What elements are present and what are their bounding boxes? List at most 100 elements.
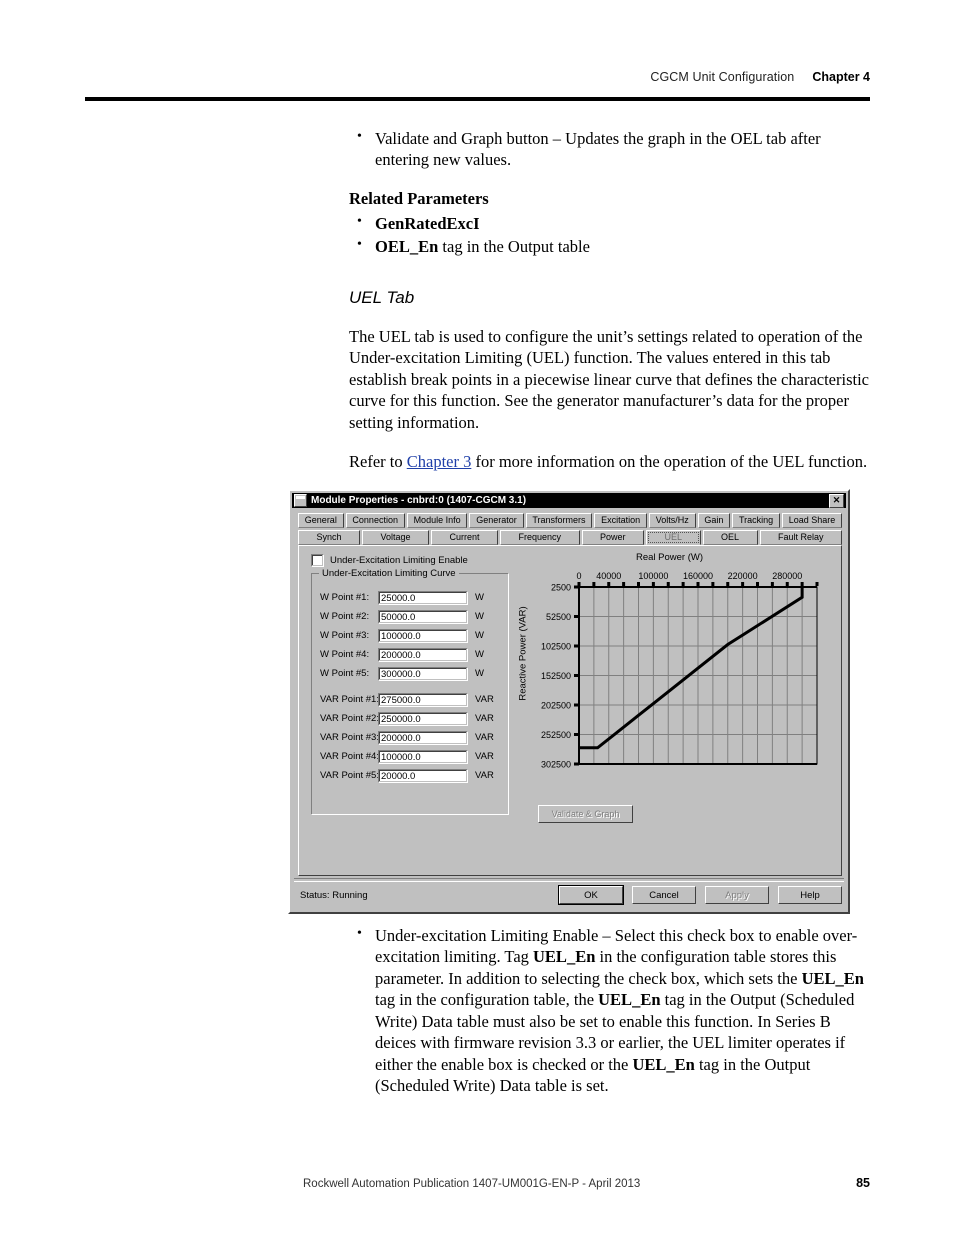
w-point-4-input[interactable]: 200000.0 xyxy=(378,647,468,662)
w-point-2-input[interactable]: 50000.0 xyxy=(378,609,468,624)
var-point-2-input[interactable]: 250000.0 xyxy=(378,711,468,726)
tab-voltage[interactable]: Voltage xyxy=(362,530,430,545)
validate-and-graph-button[interactable]: Validate & Graph xyxy=(538,805,633,823)
tab-oel[interactable]: OEL xyxy=(702,530,758,545)
var-point-1-input[interactable]: 275000.0 xyxy=(378,692,468,707)
var-point-5-label: VAR Point #5: xyxy=(320,770,379,781)
tab-load-share[interactable]: Load Share xyxy=(781,513,843,528)
module-properties-dialog[interactable]: Module Properties - cnbrd:0 (1407-CGCM 3… xyxy=(288,489,850,914)
help-button[interactable]: Help xyxy=(778,886,842,904)
cancel-button[interactable]: Cancel xyxy=(632,886,696,904)
chart-canvas: 0 40000 100000 160000 220000 280000 2500 52500 1… xyxy=(541,571,819,770)
tab-fault-relay[interactable]: Fault Relay xyxy=(759,530,843,545)
chapter-3-link[interactable]: Chapter 3 xyxy=(407,452,472,471)
svg-text:302500: 302500 xyxy=(541,760,571,770)
param-name: GenRatedExcI xyxy=(375,213,480,233)
under-excitation-enable-row[interactable]: Under-Excitation Limiting Enable xyxy=(311,554,468,567)
w-point-5-input[interactable]: 300000.0 xyxy=(378,666,468,681)
field-row-var3[interactable]: VAR Point #3: 200000.0 VAR xyxy=(320,728,502,747)
field-row-w4[interactable]: W Point #4: 200000.0 W xyxy=(320,645,502,664)
var-point-3-input[interactable]: 200000.0 xyxy=(378,730,468,745)
var-point-1-unit: VAR xyxy=(475,694,494,705)
ok-button[interactable]: OK xyxy=(558,885,624,905)
header-chapter-label: Chapter 4 xyxy=(812,70,870,84)
w-point-2-unit: W xyxy=(475,611,484,622)
var-point-2-label: VAR Point #2: xyxy=(320,713,379,724)
field-row-w2[interactable]: W Point #2: 50000.0 W xyxy=(320,607,502,626)
related-parameters-heading: Related Parameters xyxy=(349,188,489,208)
svg-text:280000: 280000 xyxy=(772,571,802,581)
bottom-bullet-list: Under-excitation Limiting Enable – Selec… xyxy=(349,925,870,1097)
field-row-var1[interactable]: VAR Point #1: 275000.0 VAR xyxy=(320,690,502,709)
svg-text:202500: 202500 xyxy=(541,701,571,711)
var-point-5-unit: VAR xyxy=(475,770,494,781)
page-header: CGCM Unit Configuration Chapter 4 xyxy=(85,70,870,84)
svg-text:102500: 102500 xyxy=(541,642,571,652)
tab-general[interactable]: General xyxy=(298,513,344,528)
w-point-5-unit: W xyxy=(475,668,484,679)
svg-text:52500: 52500 xyxy=(546,612,571,622)
svg-text:152500: 152500 xyxy=(541,671,571,681)
uel-curve-chart: Real Power (W) Reactive Power (VAR) 0 400… xyxy=(507,552,832,780)
tag-name: UEL_En xyxy=(632,1054,695,1074)
tab-excitation[interactable]: Excitation xyxy=(594,513,647,528)
bottom-content: Under-excitation Limiting Enable – Selec… xyxy=(349,925,870,1099)
var-point-4-input[interactable]: 100000.0 xyxy=(378,749,468,764)
tab-tracking[interactable]: Tracking xyxy=(732,513,780,528)
svg-text:2500: 2500 xyxy=(551,583,571,593)
w-point-4-unit: W xyxy=(475,649,484,660)
tab-gain[interactable]: Gain xyxy=(697,513,731,528)
tag-name: UEL_En xyxy=(801,968,864,988)
footer-publication: Rockwell Automation Publication 1407-UM0… xyxy=(303,1178,641,1190)
svg-text:220000: 220000 xyxy=(728,571,758,581)
var-point-5-input[interactable]: 20000.0 xyxy=(378,768,468,783)
w-point-1-label: W Point #1: xyxy=(320,592,370,603)
w-point-4-label: W Point #4: xyxy=(320,649,370,660)
tab-generator[interactable]: Generator xyxy=(469,513,524,528)
paragraph-uel-description: The UEL tab is used to configure the uni… xyxy=(349,326,869,432)
status-badge: Status: Running xyxy=(300,889,368,901)
field-row-w1[interactable]: W Point #1: 25000.0 W xyxy=(320,588,502,607)
field-row-var2[interactable]: VAR Point #2: 250000.0 VAR xyxy=(320,709,502,728)
w-point-3-label: W Point #3: xyxy=(320,630,370,641)
tab-strip[interactable]: General Connection Module Info Generator… xyxy=(298,513,843,547)
system-menu-icon[interactable] xyxy=(294,494,307,507)
field-gap xyxy=(320,683,502,690)
var-point-2-unit: VAR xyxy=(475,713,494,724)
field-row-w5[interactable]: W Point #5: 300000.0 W xyxy=(320,664,502,683)
tab-volts-hz[interactable]: Volts/Hz xyxy=(648,513,696,528)
tab-current[interactable]: Current xyxy=(431,530,499,545)
refer-prefix: Refer to xyxy=(349,451,407,471)
field-row-w3[interactable]: W Point #3: 100000.0 W xyxy=(320,626,502,645)
tag-name: UEL_En xyxy=(598,990,661,1010)
tab-transformers[interactable]: Transformers xyxy=(525,513,593,528)
tab-synch[interactable]: Synch xyxy=(298,530,360,545)
dialog-titlebar[interactable]: Module Properties - cnbrd:0 (1407-CGCM 3… xyxy=(292,493,846,508)
list-item: Under-excitation Limiting Enable – Selec… xyxy=(349,925,870,1097)
tab-power[interactable]: Power xyxy=(581,530,645,545)
w-point-5-label: W Point #5: xyxy=(320,668,370,679)
w-point-1-unit: W xyxy=(475,592,484,603)
tab-frequency[interactable]: Frequency xyxy=(500,530,580,545)
var-point-3-unit: VAR xyxy=(475,732,494,743)
list-item: GenRatedExcI xyxy=(349,213,870,234)
close-icon[interactable]: ✕ xyxy=(829,493,844,508)
tab-row-2: Synch Voltage Current Frequency Power UE… xyxy=(298,530,843,545)
field-row-var4[interactable]: VAR Point #4: 100000.0 VAR xyxy=(320,747,502,766)
groupbox-title: Under-Excitation Limiting Curve xyxy=(319,568,459,579)
dialog-title: Module Properties - cnbrd:0 (1407-CGCM 3… xyxy=(311,495,527,506)
tab-row-1: General Connection Module Info Generator… xyxy=(298,513,843,528)
under-excitation-enable-checkbox[interactable] xyxy=(311,554,324,567)
w-point-3-input[interactable]: 100000.0 xyxy=(378,628,468,643)
field-row-var5[interactable]: VAR Point #5: 20000.0 VAR xyxy=(320,766,502,785)
under-excitation-limiting-curve-group: Under-Excitation Limiting Curve W Point … xyxy=(311,568,509,815)
var-point-1-label: VAR Point #1: xyxy=(320,694,379,705)
tab-uel[interactable]: UEL xyxy=(646,530,701,545)
tab-connection[interactable]: Connection xyxy=(345,513,405,528)
list-item: OEL_En tag in the Output table xyxy=(349,236,870,257)
tab-module-info[interactable]: Module Info xyxy=(406,513,468,528)
paragraph-refer: Refer to Chapter 3 for more information … xyxy=(349,451,870,472)
w-point-1-input[interactable]: 25000.0 xyxy=(378,590,468,605)
tag-name: UEL_En xyxy=(533,947,596,967)
header-section-title: CGCM Unit Configuration xyxy=(650,70,795,84)
